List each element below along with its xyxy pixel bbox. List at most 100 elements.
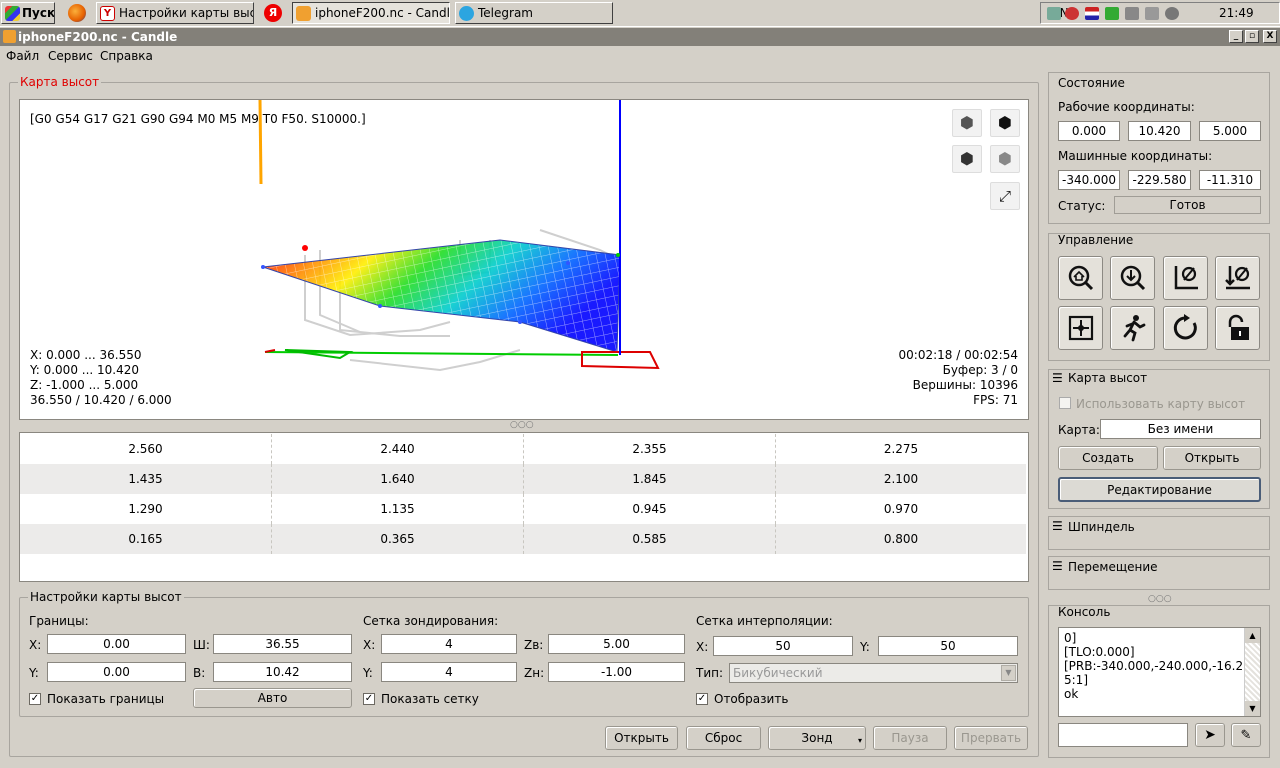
table-cell[interactable]: 0.365 <box>272 524 524 554</box>
auto-button[interactable]: Авто <box>193 688 352 708</box>
3d-viewer[interactable]: [G0 G54 G17 G21 G90 G94 M0 M5 M9 T0 F50.… <box>19 99 1029 420</box>
table-cell[interactable]: 0.945 <box>524 494 776 524</box>
probe-button[interactable]: Зонд ▾ <box>768 726 866 750</box>
show-interp-checkbox[interactable]: ✓ <box>696 693 708 705</box>
right-splitter[interactable]: ○○○ <box>1148 594 1172 604</box>
machine-coords-label: Машинные координаты: <box>1058 149 1213 163</box>
probe-zb-field[interactable]: -1.00 <box>548 662 685 682</box>
view-top-icon[interactable]: ⬢ <box>990 109 1020 137</box>
view-iso-icon[interactable]: ⬢ <box>952 109 982 137</box>
use-heightmap-checkbox[interactable] <box>1059 397 1071 409</box>
shield-check-icon[interactable] <box>1105 7 1119 20</box>
table-cell[interactable]: 0.165 <box>20 524 272 554</box>
abort-button[interactable]: Прервать <box>954 726 1028 750</box>
unlock-icon <box>1228 314 1249 340</box>
flag-icon[interactable] <box>1085 7 1099 20</box>
scroll-down-icon[interactable]: ▼ <box>1245 701 1260 716</box>
probe-x-field[interactable]: 4 <box>381 634 517 654</box>
create-map-button[interactable]: Создать <box>1058 446 1158 470</box>
table-cell[interactable]: 0.970 <box>776 494 1026 524</box>
jog-menu-icon[interactable]: ☰ <box>1052 559 1063 573</box>
clear-console-button[interactable]: ✎ <box>1231 723 1261 747</box>
signal-icon[interactable] <box>1145 7 1159 20</box>
pause-button[interactable]: Пауза <box>873 726 947 750</box>
use-heightmap-label: Использовать карту высот <box>1076 397 1246 411</box>
probe-zt-field[interactable]: 5.00 <box>548 634 685 654</box>
borders-h-field[interactable]: 10.42 <box>213 662 352 682</box>
task-browser[interactable]: Y Настройки карты высо... <box>96 2 254 24</box>
show-borders-checkbox[interactable]: ✓ <box>29 693 41 705</box>
interp-x-field[interactable]: 50 <box>713 636 853 656</box>
open-button[interactable]: Открыть <box>605 726 678 750</box>
table-cell[interactable]: 2.440 <box>272 434 524 464</box>
table-cell[interactable]: 2.355 <box>524 434 776 464</box>
eraser-icon: ✎ <box>1240 728 1252 743</box>
send-button[interactable]: ➤ <box>1195 723 1225 747</box>
menu-service[interactable]: Сервис <box>48 49 93 63</box>
reset-button-ctl[interactable] <box>1163 306 1208 350</box>
reset-button[interactable]: Сброс <box>686 726 761 750</box>
safe-position-button[interactable] <box>1110 306 1155 350</box>
console-input[interactable] <box>1058 723 1188 747</box>
hm-panel-title[interactable]: Карта высот <box>1068 371 1147 385</box>
menu-file[interactable]: Файл <box>6 49 39 63</box>
console-output[interactable]: 0] [TLO:0.000] [PRB:-340.000,-240.000,-1… <box>1058 627 1261 717</box>
table-cell[interactable]: 1.640 <box>272 464 524 494</box>
zero-z-button[interactable] <box>1215 256 1260 300</box>
table-cell[interactable]: 1.135 <box>272 494 524 524</box>
fit-view-icon[interactable]: ⤢ <box>990 182 1020 210</box>
borders-y-field[interactable]: 0.00 <box>47 662 186 682</box>
table-cell[interactable]: 2.275 <box>776 434 1026 464</box>
status-field: Готов <box>1114 196 1261 214</box>
borders-label: Границы: <box>29 614 89 628</box>
spindle-title[interactable]: Шпиндель <box>1068 520 1135 534</box>
console-scrollbar[interactable]: ▲ ▼ <box>1244 628 1260 716</box>
wifi-icon[interactable] <box>1125 7 1139 20</box>
view-left-icon[interactable]: ⬢ <box>990 145 1020 173</box>
table-cell[interactable]: 1.845 <box>524 464 776 494</box>
yandex-browser-icon[interactable]: Я <box>264 4 282 22</box>
viewer-splitter[interactable]: ○○○ <box>510 420 534 430</box>
borders-w-field[interactable]: 36.55 <box>213 634 352 654</box>
heightmap-table[interactable]: 2.560 2.440 2.355 2.275 1.435 1.640 1.84… <box>19 432 1029 582</box>
task-telegram[interactable]: Telegram <box>455 2 613 24</box>
volume-icon[interactable] <box>1165 7 1179 20</box>
maximize-button[interactable]: ▫ <box>1245 30 1259 43</box>
jog-title[interactable]: Перемещение <box>1068 560 1158 574</box>
close-button[interactable]: X <box>1263 30 1277 43</box>
hamburger-icon[interactable]: ☰ <box>1052 371 1063 385</box>
menu-help[interactable]: Справка <box>100 49 153 63</box>
clock[interactable]: 21:49 <box>1219 6 1254 20</box>
security-icon[interactable] <box>1065 7 1079 20</box>
open-map-button[interactable]: Открыть <box>1163 446 1261 470</box>
borders-y-label: Y: <box>29 666 39 680</box>
restore-origin-button[interactable] <box>1058 306 1103 350</box>
spindle-menu-icon[interactable]: ☰ <box>1052 519 1063 533</box>
task-candle[interactable]: iphoneF200.nc - Candle <box>292 2 450 24</box>
scroll-up-icon[interactable]: ▲ <box>1245 628 1260 643</box>
home-search-button[interactable] <box>1058 256 1103 300</box>
network-icon[interactable] <box>1047 7 1061 20</box>
view-front-icon[interactable]: ⬢ <box>952 145 982 173</box>
table-cell[interactable]: 2.100 <box>776 464 1026 494</box>
table-cell[interactable]: 1.290 <box>20 494 272 524</box>
start-button[interactable]: Пуск <box>1 2 55 24</box>
firefox-icon[interactable] <box>68 4 86 22</box>
borders-x-field[interactable]: 0.00 <box>47 634 186 654</box>
table-cell[interactable]: 0.585 <box>524 524 776 554</box>
unlock-button[interactable] <box>1215 306 1260 350</box>
task-label: Telegram <box>478 6 533 20</box>
interp-y-field[interactable]: 50 <box>878 636 1018 656</box>
probe-z-button[interactable] <box>1110 256 1155 300</box>
table-cell[interactable]: 2.560 <box>20 434 272 464</box>
map-name-field[interactable]: Без имени <box>1100 419 1261 439</box>
zero-xy-button[interactable] <box>1163 256 1208 300</box>
work-y-field: 10.420 <box>1128 121 1191 141</box>
interp-type-select[interactable]: Бикубический ▼ <box>729 663 1018 683</box>
edit-map-button[interactable]: Редактирование <box>1058 477 1261 502</box>
table-cell[interactable]: 0.800 <box>776 524 1026 554</box>
table-cell[interactable]: 1.435 <box>20 464 272 494</box>
probe-y-field[interactable]: 4 <box>381 662 517 682</box>
show-grid-checkbox[interactable]: ✓ <box>363 693 375 705</box>
minimize-button[interactable]: _ <box>1229 30 1243 43</box>
